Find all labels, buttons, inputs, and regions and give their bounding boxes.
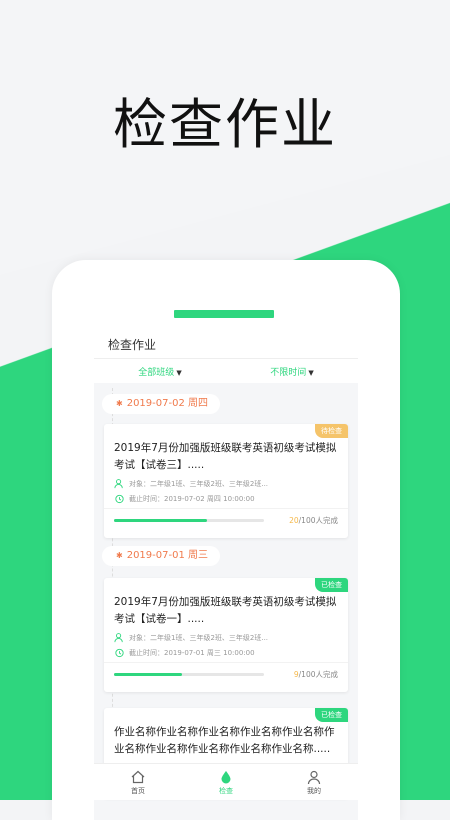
app-screen: 检查作业 全部班级 ▼ 不限时间 ▼ ✱ 2019-07-02 周四 待检查 2019…: [94, 332, 358, 820]
homework-title: 作业名称作业名称作业名称作业名称作业名称作业名称作业名称作业名称作业名称作业名称…: [114, 726, 335, 755]
progress-fill: [114, 673, 182, 676]
status-badge: 已检查: [315, 578, 348, 592]
completion-total: /100人完成: [298, 516, 338, 525]
filter-bar: 全部班级 ▼ 不限时间 ▼: [94, 359, 358, 383]
bottom-tab-bar: 首页 检查 我的: [94, 763, 358, 800]
alarm-clock-icon: [115, 648, 124, 658]
completion-count: 9/100人完成: [294, 669, 338, 680]
progress-track: [114, 673, 264, 676]
promo-headline: 检查作业: [113, 93, 337, 156]
app-title: 检查作业: [94, 332, 358, 359]
target-text: 对象：二年级1班、三年级2班、三年级2班...: [129, 479, 269, 488]
caret-down-icon: ▼: [308, 368, 314, 377]
deadline-row: 截止时间：2019-07-02 周四 10:00:00: [104, 493, 348, 504]
homework-card[interactable]: 待检查 2019年7月份加强版班级联考英语初级考试模拟考试【试卷三】..... …: [104, 424, 348, 538]
timeline-dot-icon: ✱: [116, 399, 123, 408]
completion-total: /100人完成: [298, 670, 338, 679]
people-icon: [114, 479, 123, 489]
date-label: 2019-07-01 周三: [126, 550, 208, 561]
phone-speaker: [174, 310, 274, 318]
homework-card[interactable]: 已检查 2019年7月份加强版班级联考英语初级考试模拟考试【试卷一】..... …: [104, 578, 348, 692]
tab-home[interactable]: 首页: [130, 769, 146, 796]
progress-row: 9/100人完成: [104, 662, 348, 688]
status-badge: 待检查: [315, 424, 348, 438]
target-text: 对象：二年级1班、三年级2班、三年级2班...: [129, 633, 269, 642]
caret-down-icon: ▼: [176, 368, 182, 377]
tab-check-label: 检查: [219, 786, 233, 795]
people-icon: [114, 633, 123, 643]
homework-title: 2019年7月份加强版班级联考英语初级考试模拟考试【试卷三】.....: [114, 442, 337, 471]
class-filter-dropdown[interactable]: 全部班级 ▼: [138, 365, 181, 378]
phone-mockup: 检查作业 全部班级 ▼ 不限时间 ▼ ✱ 2019-07-02 周四 待检查 2019…: [52, 260, 400, 820]
home-icon: [131, 770, 145, 783]
alarm-clock-icon: [115, 494, 124, 504]
deadline-text: 截止时间：2019-07-02 周四 10:00:00: [129, 494, 255, 503]
target-row: 对象：二年级1班、三年级2班、三年级2班...: [104, 632, 348, 643]
completed-number: 20: [289, 516, 299, 525]
tab-home-label: 首页: [131, 786, 145, 795]
deadline-text: 截止时间：2019-07-01 周三 10:00:00: [129, 648, 255, 657]
user-icon: [307, 770, 321, 784]
completion-count: 20/100人完成: [289, 515, 338, 526]
class-filter-label: 全部班级: [138, 367, 175, 378]
target-row: 对象：二年级1班、三年级2班、三年级2班...: [104, 478, 348, 489]
tab-mine-label: 我的: [307, 786, 321, 795]
deadline-row: 截止时间：2019-07-01 周三 10:00:00: [104, 647, 348, 658]
timeline-dot-icon: ✱: [116, 551, 123, 560]
progress-fill: [114, 519, 207, 522]
time-filter-label: 不限时间: [270, 367, 307, 378]
status-badge: 已检查: [315, 708, 348, 722]
tab-check[interactable]: 检查: [218, 769, 234, 796]
date-header: ✱ 2019-07-02 周四: [102, 394, 220, 414]
progress-track: [114, 519, 264, 522]
date-header: ✱ 2019-07-01 周三: [102, 546, 220, 566]
date-label: 2019-07-02 周四: [126, 398, 208, 409]
progress-row: 20/100人完成: [104, 508, 348, 534]
droplet-icon: [221, 770, 231, 783]
time-filter-dropdown[interactable]: 不限时间 ▼: [270, 365, 313, 378]
tab-mine[interactable]: 我的: [306, 769, 322, 796]
homework-title: 2019年7月份加强版班级联考英语初级考试模拟考试【试卷一】.....: [114, 596, 337, 625]
